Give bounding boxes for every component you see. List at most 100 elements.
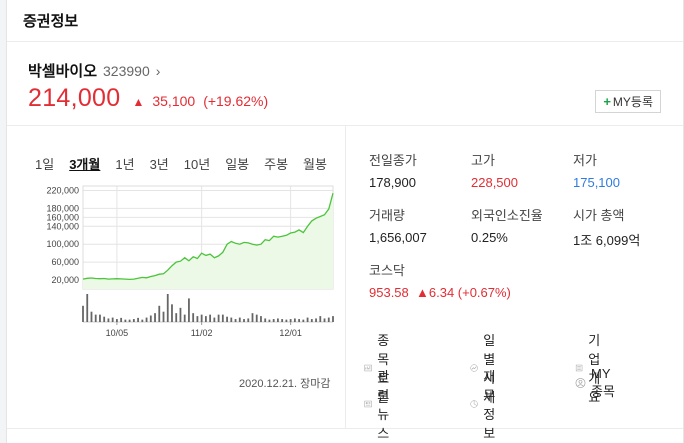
- volume-bar: [86, 294, 89, 322]
- volume-bar: [306, 317, 309, 322]
- card-title: 증권정보: [7, 0, 683, 42]
- volume-bar: [289, 319, 292, 322]
- chevron-right-icon[interactable]: ›: [156, 63, 161, 79]
- volume-bar: [247, 318, 250, 322]
- tab-3y[interactable]: 3년: [150, 154, 169, 173]
- volume-bar: [310, 319, 313, 322]
- stat-value: 228,500: [471, 175, 518, 190]
- volume-bar: [293, 318, 296, 322]
- price-change-pct: (+19.62%): [203, 93, 269, 109]
- volume-bar: [162, 311, 165, 322]
- stat-value: 178,900: [369, 175, 416, 190]
- volume-bar: [226, 316, 228, 322]
- chart-date-note: 2020.12.21. 장마감: [239, 378, 331, 390]
- x-tick-label: 11/02: [191, 328, 213, 338]
- divider: [7, 428, 683, 429]
- volume-bar: [137, 317, 139, 322]
- news-icon: [364, 400, 372, 408]
- volume-bar: [200, 314, 203, 322]
- volume-bar: [103, 316, 106, 322]
- stat-value: 0.25%: [471, 230, 508, 245]
- stat-value: 175,100: [573, 175, 620, 190]
- volume-bar: [192, 313, 195, 322]
- x-tick-label: 10/05: [106, 328, 129, 338]
- link-label: 관련뉴스: [377, 369, 390, 441]
- volume-bar: [319, 316, 322, 322]
- volume-bar: [154, 313, 156, 322]
- stat-label: 고가: [471, 153, 495, 168]
- volume-bar: [188, 298, 190, 322]
- volume-bar: [268, 319, 271, 322]
- stat-label: 거래량: [369, 208, 405, 223]
- tab-1d[interactable]: 1일: [35, 154, 54, 173]
- volume-bar: [221, 314, 224, 322]
- stat-low: 저가 175,100: [573, 150, 683, 190]
- volume-bar: [196, 316, 199, 322]
- volume-bar: [111, 317, 114, 322]
- volume-bar: [217, 314, 220, 322]
- stock-name-link[interactable]: 박셀바이오 323990 ›: [28, 60, 160, 81]
- link-finance[interactable]: 재무정보: [470, 366, 505, 442]
- x-tick-label: 12/01: [279, 328, 302, 338]
- y-tick-label: 220,000: [46, 185, 79, 195]
- price-area: [83, 193, 333, 289]
- stat-value: 1조 6,099억: [573, 233, 641, 248]
- price-chart: 220,000180,000160,000140,000100,00060,00…: [46, 185, 334, 338]
- volume-bar: [90, 311, 93, 322]
- volume-bar: [166, 294, 169, 322]
- link-my[interactable]: MY종목: [575, 366, 618, 400]
- stat-label: 코스닥: [369, 263, 405, 278]
- volume-bar: [238, 317, 241, 322]
- my-register-button[interactable]: + MY등록: [595, 90, 661, 113]
- tab-weekly[interactable]: 주봉: [264, 154, 288, 173]
- tab-1y[interactable]: 1년: [115, 154, 134, 173]
- volume-bar: [99, 314, 101, 322]
- tab-monthly[interactable]: 월봉: [303, 154, 327, 173]
- link-label: MY종목: [590, 366, 615, 399]
- stat-index: 코스닥 953.58 ▲6.34 (+0.67%): [369, 260, 569, 300]
- volume-bar: [128, 319, 131, 322]
- y-tick-label: 20,000: [51, 275, 79, 285]
- volume-bar: [132, 319, 135, 322]
- volume-bar: [260, 316, 262, 322]
- stat-value: 953.58 ▲6.34 (+0.67%): [369, 285, 569, 300]
- stat-label: 저가: [573, 153, 597, 168]
- tab-daily[interactable]: 일봉: [225, 154, 249, 173]
- link-news[interactable]: 관련뉴스: [364, 366, 399, 442]
- user-icon: [575, 378, 586, 388]
- volume-bar: [230, 317, 233, 322]
- volume-bar: [145, 317, 148, 322]
- volume-bar: [251, 313, 254, 322]
- pie-chart-icon: [470, 400, 478, 408]
- volume-bar: [82, 305, 84, 322]
- volume-bar: [149, 315, 152, 322]
- tab-3m[interactable]: 3개월: [69, 154, 100, 173]
- volume-bar: [234, 319, 237, 322]
- y-tick-label: 60,000: [51, 257, 79, 267]
- stock-code[interactable]: 323990: [103, 63, 150, 79]
- volume-bar: [204, 316, 207, 322]
- volume-bar: [327, 317, 330, 322]
- stat-label: 전일종가: [369, 153, 417, 168]
- price-row: 214,000 ▲ 35,100 (+19.62%): [28, 84, 268, 113]
- volume-bar: [124, 319, 127, 322]
- stat-volume: 거래량 1,656,007: [369, 205, 479, 245]
- period-tabs: 1일 3개월 1년 3년 10년 일봉 주봉 월봉: [35, 154, 342, 173]
- volume-bar: [315, 318, 317, 322]
- volume-bar: [332, 316, 334, 322]
- stock-name[interactable]: 박셀바이오: [28, 60, 97, 81]
- stat-high: 고가 228,500: [471, 150, 581, 190]
- volume-bar: [183, 314, 186, 322]
- stat-foreign: 외국인소진율 0.25%: [471, 205, 581, 245]
- index-change: ▲6.34 (+0.67%): [416, 285, 511, 300]
- index-value: 953.58: [369, 285, 409, 300]
- stock-info-card: 증권정보 박셀바이오 323990 › 214,000 ▲ 35,100 (+1…: [6, 0, 684, 443]
- volume-bar: [243, 319, 245, 322]
- tab-10y[interactable]: 10년: [184, 154, 210, 173]
- volume-bar: [298, 319, 301, 322]
- volume-bar: [94, 314, 97, 322]
- volume-bar: [209, 314, 212, 322]
- volume-bar: [277, 318, 279, 322]
- stat-label: 외국인소진율: [471, 208, 543, 223]
- current-price: 214,000: [28, 84, 121, 112]
